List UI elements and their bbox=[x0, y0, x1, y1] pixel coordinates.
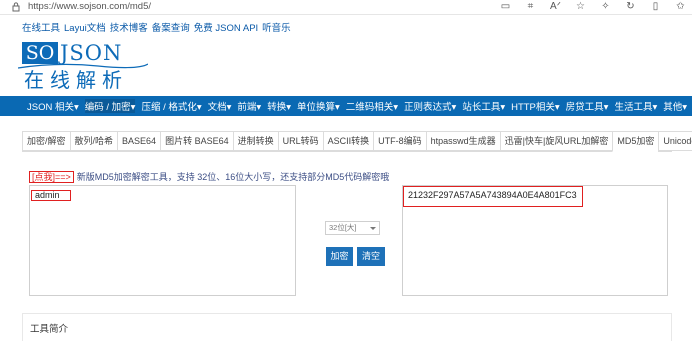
browser-address-bar: https://www.sojson.com/md5/ ▭ ⌗ Aᐟ ☆ ✧ ↻… bbox=[0, 0, 692, 15]
tab-radix[interactable]: 进制转换 bbox=[232, 131, 278, 151]
font-size-icon[interactable]: Aᐟ bbox=[550, 1, 561, 12]
nav-item[interactable]: 生活工具▾ bbox=[614, 99, 657, 113]
encrypt-button[interactable]: 加密 bbox=[326, 247, 353, 266]
top-link[interactable]: Layui文档 bbox=[64, 20, 106, 34]
hint-text: 新版MD5加密解密工具，支持 32位、16位大小写，还支持部分MD5代码解密哦 bbox=[76, 172, 390, 182]
hint-link[interactable]: [点我]==> bbox=[29, 170, 74, 183]
tab-url-encode[interactable]: URL转码 bbox=[277, 131, 323, 151]
clear-button[interactable]: 清空 bbox=[357, 247, 385, 266]
nav-item[interactable]: HTTP相关▾ bbox=[511, 99, 560, 113]
nav-item[interactable]: 二维码相关▾ bbox=[346, 99, 398, 113]
top-link[interactable]: 在线工具 bbox=[22, 20, 60, 34]
nav-item[interactable]: 前端▾ bbox=[237, 99, 261, 113]
tab-md5[interactable]: MD5加密 bbox=[612, 131, 659, 152]
favorite-star-icon[interactable]: ☆ bbox=[575, 1, 586, 12]
tab-encrypt-decrypt[interactable]: 加密/解密 bbox=[22, 131, 70, 151]
intro-panel bbox=[22, 313, 672, 341]
tab-ascii[interactable]: ASCII转换 bbox=[322, 131, 374, 151]
tool-tabs: 加密/解密 散列/哈希 BASE64 图片转 BASE64 进制转换 URL转码… bbox=[22, 131, 692, 152]
input-textarea[interactable] bbox=[29, 185, 296, 296]
nav-item[interactable]: 转换▾ bbox=[267, 99, 291, 113]
top-link[interactable]: 听音乐 bbox=[262, 20, 291, 34]
main-nav: JSON 相关▾ 编码 / 加密▾ 压缩 / 格式化▾ 文档▾ 前端▾ 转换▾ … bbox=[0, 96, 692, 116]
input-value: admin bbox=[35, 190, 60, 200]
reader-mode-icon[interactable]: ▭ bbox=[500, 1, 511, 12]
nav-item[interactable]: JSON 相关▾ bbox=[27, 99, 79, 113]
intro-title: 工具简介 bbox=[30, 324, 69, 335]
logo-so[interactable]: SO bbox=[22, 42, 58, 64]
bit-length-value: 32位[大] bbox=[329, 223, 357, 232]
top-link[interactable]: 备案查询 bbox=[152, 20, 190, 34]
grid-icon[interactable]: ⌗ bbox=[525, 1, 536, 12]
lock-icon bbox=[12, 2, 20, 12]
bit-length-select[interactable]: 32位[大] bbox=[325, 221, 380, 235]
nav-item[interactable]: 房贷工具▾ bbox=[566, 99, 609, 113]
url-field[interactable]: https://www.sojson.com/md5/ bbox=[28, 1, 151, 12]
puzzle-icon[interactable]: ✧ bbox=[600, 1, 611, 12]
logo-chinese: 在线解析 bbox=[24, 68, 128, 92]
split-screen-icon[interactable]: ▯ bbox=[650, 1, 661, 12]
chevron-down-icon bbox=[370, 227, 376, 230]
tab-unicode[interactable]: Unicode bbox=[658, 131, 692, 151]
tab-hash[interactable]: 散列/哈希 bbox=[69, 131, 118, 151]
tab-thunder-url[interactable]: 迅雷|快车|旋风URL加解密 bbox=[499, 131, 613, 151]
nav-item[interactable]: 其他▾ bbox=[663, 99, 687, 113]
tab-htpasswd[interactable]: htpasswd生成器 bbox=[425, 131, 500, 151]
nav-item[interactable]: 压缩 / 格式化▾ bbox=[141, 99, 201, 113]
tab-image-base64[interactable]: 图片转 BASE64 bbox=[160, 131, 233, 151]
nav-item[interactable]: 站长工具▾ bbox=[462, 99, 505, 113]
tool-hint: [点我]==> 新版MD5加密解密工具，支持 32位、16位大小写，还支持部分M… bbox=[29, 170, 389, 183]
top-link[interactable]: 技术博客 bbox=[110, 20, 148, 34]
top-links: 在线工具 Layui文档 技术博客 备案查询 免费 JSON API 听音乐 bbox=[22, 20, 291, 34]
top-link[interactable]: 免费 JSON API bbox=[194, 20, 258, 34]
output-value: 21232F297A57A5A743894A0E4A801FC3 bbox=[408, 190, 577, 200]
nav-item[interactable]: 单位换算▾ bbox=[297, 99, 340, 113]
tab-utf8[interactable]: UTF-8编码 bbox=[373, 131, 426, 151]
nav-item[interactable]: 正则表达式▾ bbox=[404, 99, 456, 113]
tab-base64[interactable]: BASE64 bbox=[117, 131, 161, 151]
nav-item-active[interactable]: 编码 / 加密▾ bbox=[84, 99, 136, 113]
refresh-icon[interactable]: ↻ bbox=[625, 1, 636, 12]
favorites-icon[interactable]: ✩ bbox=[675, 1, 686, 12]
nav-item[interactable]: 文档▾ bbox=[208, 99, 232, 113]
